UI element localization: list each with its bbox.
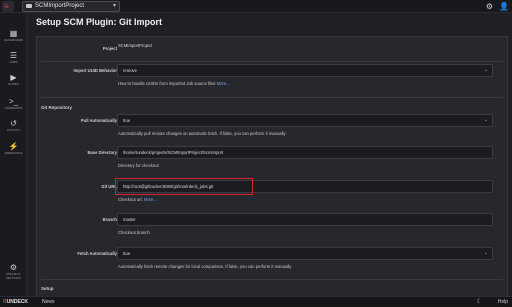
logo-glyph: ≡	[4, 2, 9, 11]
setup-section: Setup	[41, 286, 54, 291]
main-content: Setup SCM Plugin: Git Import Project SCM…	[28, 13, 512, 298]
uuid-behavior-label: Import UUID Behavior	[73, 68, 117, 73]
base-directory-input[interactable]: /home/rundeck/projects/SCMImportProject/…	[117, 146, 493, 159]
project-selector-label: SCMImportProject	[35, 3, 85, 9]
sidebar-item-commands[interactable]: >_ Commands	[0, 97, 27, 110]
git-repository-section: Git Repository	[41, 105, 73, 110]
fetch-automatically-value: true	[123, 251, 131, 256]
top-right-actions: ⚙ 👤	[486, 1, 509, 12]
rundeck-brand[interactable]: RUNDECK	[3, 299, 28, 305]
pull-automatically-label: Pull Automatically	[80, 118, 117, 123]
sidebar-item-dashboard[interactable]: ▦ Dashboard	[0, 29, 27, 42]
sidebar-item-webhooks[interactable]: ⚡ Webhooks	[0, 142, 27, 155]
more-link[interactable]: More...	[144, 197, 157, 202]
user-icon[interactable]: 👤	[499, 2, 509, 12]
fetch-automatically-select[interactable]: true ⌄	[117, 247, 493, 260]
help-link[interactable]: Help	[498, 299, 508, 305]
sidebar-item-activity[interactable]: ↺ Activity	[0, 119, 27, 132]
base-directory-help: Directory for checkout	[118, 163, 159, 168]
news-link[interactable]: News	[42, 299, 55, 305]
sidebar-item-project-settings[interactable]: ⚙ Project Settings	[0, 263, 27, 280]
sidebar-item-label: Webhooks	[4, 151, 23, 155]
chevron-down-icon: ⌄	[483, 67, 488, 73]
nodes-icon: ▶	[10, 73, 17, 82]
highlight-box	[115, 178, 253, 195]
sidebar-item-label: Activity	[6, 128, 21, 132]
dashboard-icon: ▦	[9, 29, 18, 38]
uuid-behavior-value: remove	[123, 68, 137, 73]
pull-automatically-value: true	[123, 118, 131, 123]
page-title: Setup SCM Plugin: Git Import	[36, 17, 162, 27]
chevron-down-icon: ⌄	[483, 117, 488, 123]
branch-label: Branch	[102, 217, 117, 222]
gear-icon: ⚙	[9, 263, 18, 272]
scm-form-panel: Project SCMImportProject Import UUID Beh…	[36, 36, 508, 298]
project-selector[interactable]: SCMImportProject ▾	[22, 1, 120, 12]
base-directory-label: Base Directory	[87, 150, 117, 155]
rundeck-logo[interactable]: ≡	[2, 1, 14, 12]
project-label: Project	[102, 46, 117, 51]
gear-icon[interactable]: ⚙	[486, 2, 493, 12]
sidebar: ▦ Dashboard ☰ Jobs ▶ Nodes >_ Commands ↺…	[0, 13, 27, 296]
uuid-behavior-select[interactable]: remove ⌄	[117, 64, 493, 77]
branch-help: Checkout branch	[118, 230, 150, 235]
sidebar-item-label: Project Settings	[5, 272, 21, 280]
divider	[41, 279, 503, 280]
git-url-help: Checkout url. More...	[118, 197, 157, 202]
terminal-icon: >_	[8, 97, 19, 106]
jobs-icon: ☰	[9, 51, 18, 60]
branch-input[interactable]: master	[117, 213, 493, 226]
uuid-behavior-help: How to handle UUIDs from imported Job so…	[118, 81, 230, 86]
sidebar-item-label: Jobs	[9, 60, 18, 64]
folder-icon	[26, 4, 32, 8]
pull-automatically-help: Automatically pull remote changes on aut…	[118, 131, 286, 136]
sidebar-item-label: Commands	[4, 106, 23, 110]
uuid-behavior-help-text: How to handle UUIDs from imported Job so…	[118, 81, 216, 86]
pull-automatically-select[interactable]: true ⌄	[117, 114, 493, 127]
git-url-help-text: Checkout url.	[118, 197, 143, 202]
fetch-automatically-label: Fetch Automatically	[77, 251, 117, 256]
branch-value: master	[123, 217, 136, 222]
chevron-down-icon: ⌄	[483, 250, 488, 256]
git-url-label: Git URL	[101, 184, 117, 189]
history-icon: ↺	[10, 119, 17, 128]
plug-icon: ⚡	[8, 142, 19, 151]
moon-icon[interactable]: ☾	[477, 298, 482, 305]
sidebar-item-nodes[interactable]: ▶ Nodes	[0, 73, 27, 86]
chevron-down-icon: ▾	[112, 3, 116, 9]
more-link[interactable]: More...	[217, 81, 230, 86]
divider	[41, 61, 503, 62]
fetch-automatically-help: Automatically fetch remote changes for l…	[118, 264, 292, 269]
divider	[41, 97, 503, 98]
footer: RUNDECK News ☾ Help	[0, 296, 512, 307]
brand-rest: UNDECK	[6, 299, 29, 305]
project-value: SCMImportProject	[118, 43, 153, 48]
base-directory-value: /home/rundeck/projects/SCMImportProject/…	[123, 150, 224, 155]
sidebar-item-label: Dashboard	[3, 38, 23, 42]
sidebar-item-jobs[interactable]: ☰ Jobs	[0, 51, 27, 64]
sidebar-item-label: Nodes	[8, 82, 19, 86]
top-bar: ≡ SCMImportProject ▾ ⚙ 👤	[0, 0, 512, 13]
